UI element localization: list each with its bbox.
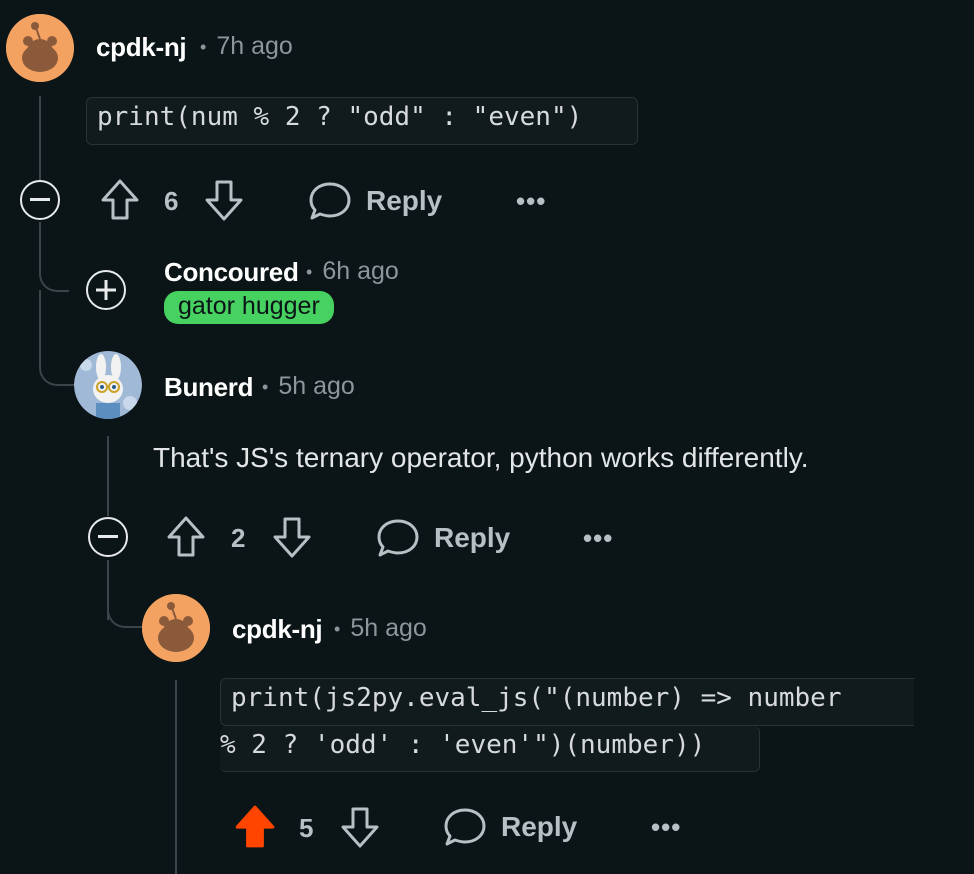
downvote-button[interactable] (204, 178, 244, 222)
expand-icon[interactable] (86, 270, 126, 310)
downvote-button[interactable] (340, 805, 380, 849)
downvote-button[interactable] (272, 515, 312, 559)
comment-username[interactable]: cpdk-nj (232, 614, 323, 645)
code-block-line-2: % 2 ? 'odd' : 'even'")(number)) (220, 726, 760, 772)
reply-bubble-icon (309, 182, 351, 220)
upvote-icon (101, 179, 139, 220)
comment-timestamp: • 7h ago (200, 32, 293, 60)
downvote-icon (273, 517, 311, 558)
downvote-icon (205, 180, 243, 221)
snoo-avatar-icon[interactable] (142, 594, 210, 662)
reply-button[interactable]: Reply (443, 806, 577, 848)
upvote-button[interactable] (166, 515, 206, 559)
vote-count: 6 (164, 186, 179, 216)
code-block-line-1: print(js2py.eval_js("(number) => number (220, 678, 914, 726)
reply-button[interactable]: Reply (308, 180, 442, 222)
comment-body: That's JS's ternary operator, python wor… (153, 442, 809, 473)
bunerd-avatar-icon[interactable] (74, 351, 142, 419)
more-dots-icon[interactable]: ••• (516, 186, 546, 217)
snoo-avatar-icon[interactable] (6, 14, 74, 82)
vote-count: 2 (231, 523, 246, 553)
code-block: print(num % 2 ? "odd" : "even") (86, 97, 638, 145)
upvote-button-active[interactable] (232, 804, 278, 850)
more-dots-icon[interactable]: ••• (583, 523, 613, 554)
comment-timestamp: • 6h ago (306, 257, 399, 285)
upvote-button[interactable] (100, 178, 140, 222)
more-dots-icon[interactable]: ••• (651, 812, 681, 843)
collapse-icon[interactable] (20, 180, 60, 220)
upvote-icon (167, 516, 205, 557)
vote-count: 5 (299, 813, 314, 843)
comment-timestamp: • 5h ago (262, 372, 355, 400)
comment-username[interactable]: cpdk-nj (96, 32, 187, 63)
user-flair: gator hugger (164, 291, 334, 324)
downvote-icon (341, 807, 379, 848)
reply-label: Reply (366, 185, 443, 216)
reply-button[interactable]: Reply (376, 517, 510, 559)
comment-username[interactable]: Concoured (164, 257, 299, 288)
reply-label: Reply (501, 811, 578, 842)
upvote-icon (235, 805, 275, 848)
comment-username[interactable]: Bunerd (164, 372, 254, 403)
reply-bubble-icon (444, 808, 486, 846)
reply-bubble-icon (377, 519, 419, 557)
reply-label: Reply (434, 522, 511, 553)
comment-timestamp: • 5h ago (334, 614, 427, 642)
collapse-icon[interactable] (88, 517, 128, 557)
